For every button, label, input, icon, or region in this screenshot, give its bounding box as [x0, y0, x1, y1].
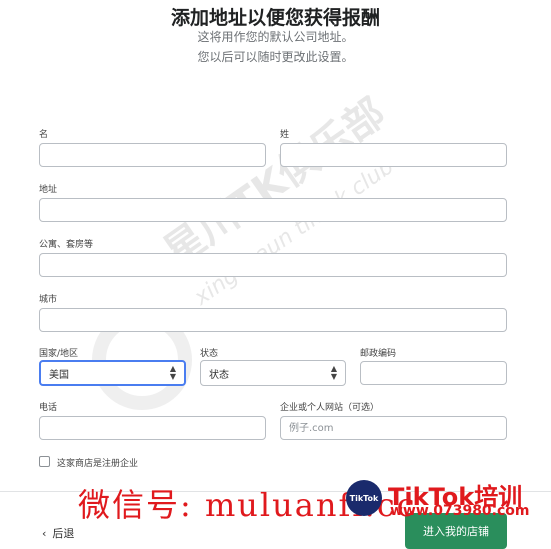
- country-select[interactable]: 美国 ▲ ▼: [39, 360, 186, 386]
- zip-input[interactable]: [360, 361, 507, 385]
- chevron-left-icon: ‹: [42, 526, 47, 540]
- back-button[interactable]: ‹ 后退: [42, 525, 74, 541]
- phone-input[interactable]: [39, 416, 266, 440]
- city-label: 城市: [39, 295, 58, 305]
- phone-label: 电话: [39, 403, 58, 413]
- select-chevron-icon: ▲ ▼: [169, 364, 176, 381]
- state-label: 状态: [200, 349, 219, 359]
- website-label: 企业或个人网站（可选）: [280, 403, 380, 413]
- watermark-site-text: www.073980.com: [390, 503, 530, 519]
- country-label: 国家/地区: [39, 349, 79, 359]
- first-name-label: 名: [39, 130, 49, 140]
- page-subtitle-line2: 您以后可以随时更改此设置。: [197, 50, 354, 64]
- page-subtitle-line1: 这将用作您的默认公司地址。: [197, 30, 354, 44]
- tiktok-logo-icon: TikTok: [346, 480, 382, 516]
- address-label: 地址: [39, 185, 58, 195]
- zip-label: 邮政编码: [360, 349, 397, 359]
- registered-business-checkbox[interactable]: [39, 456, 50, 467]
- state-select[interactable]: 状态 ▲ ▼: [200, 360, 346, 386]
- apartment-input[interactable]: [39, 253, 507, 277]
- country-select-value: 美国: [49, 369, 69, 381]
- city-input[interactable]: [39, 308, 507, 332]
- last-name-label: 姓: [280, 130, 290, 140]
- state-select-value: 状态: [209, 369, 229, 381]
- select-chevron-icon: ▲ ▼: [330, 364, 337, 381]
- first-name-input[interactable]: [39, 143, 266, 167]
- back-label: 后退: [52, 527, 75, 540]
- website-input[interactable]: [280, 416, 507, 440]
- registered-business-label: 这家商店是注册企业: [57, 459, 139, 469]
- page-title: 添加地址以便您获得报酬: [170, 7, 380, 29]
- apartment-label: 公寓、套房等: [39, 240, 94, 250]
- address-input[interactable]: [39, 198, 507, 222]
- last-name-input[interactable]: [280, 143, 507, 167]
